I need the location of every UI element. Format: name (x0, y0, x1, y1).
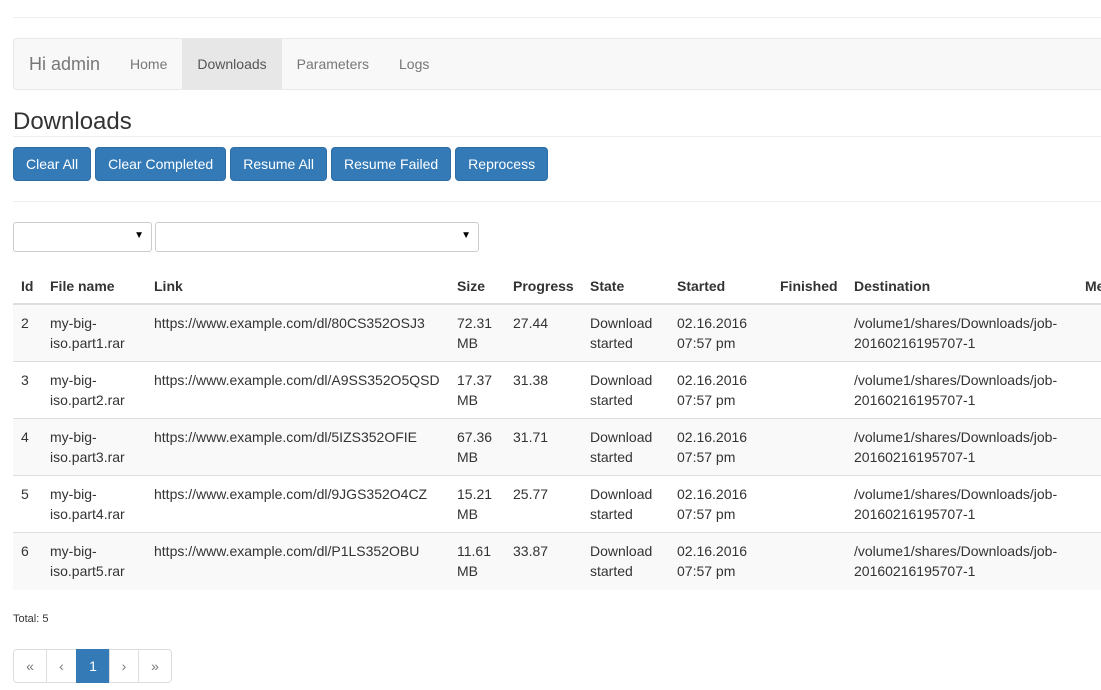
table-row: 5 my-big-iso.part4.rar https://www.example… (13, 475, 1101, 533)
cell-started: 02.16.2016 07:57 pm (669, 418, 772, 476)
column-header-progress[interactable]: Progress (505, 268, 582, 305)
first-page-button[interactable]: « (13, 649, 47, 683)
cell-destination: /volume1/shares/Downloads/job-2016021619… (846, 361, 1077, 419)
divider (13, 201, 1101, 202)
column-header-me[interactable]: Me (1077, 268, 1101, 305)
total-count: Total: 5 (13, 613, 49, 625)
column-header-destination[interactable]: Destination (846, 268, 1077, 305)
column-header-id[interactable]: Id (13, 268, 42, 305)
cell-destination: /volume1/shares/Downloads/job-2016021619… (846, 532, 1077, 590)
cell-me (1077, 303, 1101, 362)
cell-id: 2 (13, 303, 42, 362)
cell-finished (772, 418, 846, 476)
downloads-table: Id File name Link Size Progress State Started F… (13, 268, 1101, 590)
cell-started: 02.16.2016 07:57 pm (669, 532, 772, 590)
cell-file-name: my-big-iso.part3.rar (42, 418, 146, 476)
toolbar: Clear All Clear Completed Resume All Res… (13, 147, 549, 181)
cell-started: 02.16.2016 07:57 pm (669, 303, 772, 362)
nav-downloads[interactable]: Downloads (182, 39, 282, 89)
cell-file-name: my-big-iso.part4.rar (42, 475, 146, 533)
clear-all-button[interactable]: Clear All (13, 147, 92, 181)
cell-progress: 27.44 (505, 303, 582, 362)
cell-finished (772, 361, 846, 419)
cell-size: 15.21 MB (449, 475, 505, 533)
cell-link: https://www.example.com/dl/80CS352OSJ3 (146, 303, 449, 362)
last-page-button[interactable]: » (138, 649, 172, 683)
navbar: Hi admin Home Downloads Parameters Logs (13, 38, 1101, 90)
cell-id: 4 (13, 418, 42, 476)
column-header-file-name[interactable]: File name (42, 268, 146, 305)
cell-finished (772, 532, 846, 590)
column-header-state[interactable]: State (582, 268, 669, 305)
cell-file-name: my-big-iso.part2.rar (42, 361, 146, 419)
cell-started: 02.16.2016 07:57 pm (669, 361, 772, 419)
cell-size: 72.31 MB (449, 303, 505, 362)
cell-me (1077, 418, 1101, 476)
cell-finished (772, 303, 846, 362)
nav-logs[interactable]: Logs (384, 39, 444, 89)
table-row: 3 my-big-iso.part2.rar https://www.example… (13, 361, 1101, 419)
nav-parameters[interactable]: Parameters (282, 39, 384, 89)
cell-destination: /volume1/shares/Downloads/job-2016021619… (846, 303, 1077, 362)
cell-link: https://www.example.com/dl/A9SS352O5QSD (146, 361, 449, 419)
column-header-started[interactable]: Started (669, 268, 772, 305)
cell-destination: /volume1/shares/Downloads/job-2016021619… (846, 418, 1077, 476)
reprocess-button[interactable]: Reprocess (455, 147, 549, 181)
cell-destination: /volume1/shares/Downloads/job-2016021619… (846, 475, 1077, 533)
page-1-button[interactable]: 1 (76, 649, 110, 683)
cell-state: Download started (582, 418, 669, 476)
cell-me (1077, 532, 1101, 590)
column-header-finished[interactable]: Finished (772, 268, 846, 305)
filter-select-1[interactable]: ▼ (13, 222, 152, 252)
cell-file-name: my-big-iso.part1.rar (42, 303, 146, 362)
cell-link: https://www.example.com/dl/P1LS352OBU (146, 532, 449, 590)
cell-started: 02.16.2016 07:57 pm (669, 475, 772, 533)
cell-link: https://www.example.com/dl/5IZS352OFIE (146, 418, 449, 476)
cell-progress: 25.77 (505, 475, 582, 533)
cell-link: https://www.example.com/dl/9JGS352O4CZ (146, 475, 449, 533)
cell-id: 6 (13, 532, 42, 590)
cell-progress: 33.87 (505, 532, 582, 590)
cell-me (1077, 361, 1101, 419)
cell-id: 5 (13, 475, 42, 533)
clear-completed-button[interactable]: Clear Completed (95, 147, 227, 181)
cell-id: 3 (13, 361, 42, 419)
dropdown-arrow-icon: ▼ (461, 230, 471, 241)
nav-home[interactable]: Home (115, 39, 182, 89)
table-header: Id File name Link Size Progress State Started F… (13, 268, 1101, 305)
divider (13, 17, 1101, 18)
cell-size: 17.37 MB (449, 361, 505, 419)
cell-state: Download started (582, 475, 669, 533)
cell-progress: 31.38 (505, 361, 582, 419)
cell-progress: 31.71 (505, 418, 582, 476)
cell-finished (772, 475, 846, 533)
table-row: 2 my-big-iso.part1.rar https://www.example… (13, 303, 1101, 362)
dropdown-arrow-icon: ▼ (134, 230, 144, 241)
filter-select-2[interactable]: ▼ (155, 222, 479, 252)
cell-me (1077, 475, 1101, 533)
table-row: 6 my-big-iso.part5.rar https://www.example… (13, 532, 1101, 590)
pagination: « ‹ 1 › » (13, 649, 172, 683)
column-header-size[interactable]: Size (449, 268, 505, 305)
brand: Hi admin (29, 54, 101, 74)
cell-size: 11.61 MB (449, 532, 505, 590)
cell-file-name: my-big-iso.part5.rar (42, 532, 146, 590)
column-header-link[interactable]: Link (146, 268, 449, 305)
cell-state: Download started (582, 303, 669, 362)
next-page-button[interactable]: › (109, 649, 139, 683)
prev-page-button[interactable]: ‹ (46, 649, 77, 683)
cell-size: 67.36 MB (449, 418, 505, 476)
cell-state: Download started (582, 532, 669, 590)
resume-all-button[interactable]: Resume All (230, 147, 328, 181)
page-title: Downloads (13, 108, 1101, 137)
nav-menu: Home Downloads Parameters Logs (115, 39, 444, 89)
resume-failed-button[interactable]: Resume Failed (331, 147, 452, 181)
table-row: 4 my-big-iso.part3.rar https://www.example… (13, 418, 1101, 476)
cell-state: Download started (582, 361, 669, 419)
